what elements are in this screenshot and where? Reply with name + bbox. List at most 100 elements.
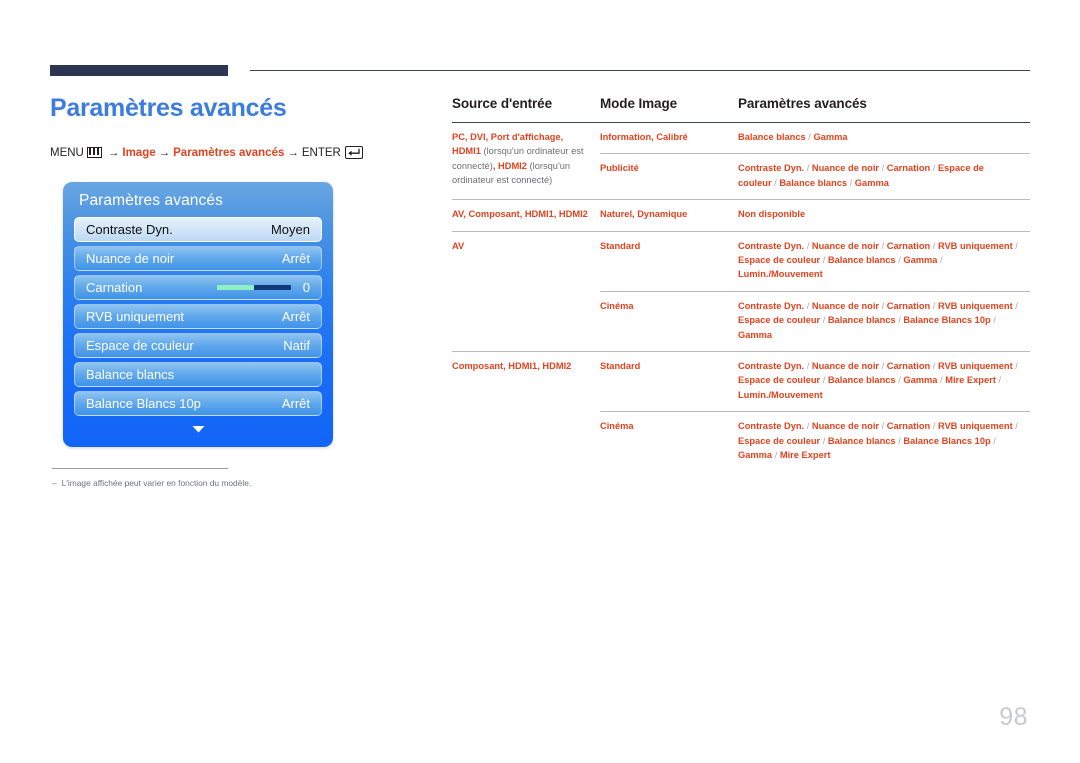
osd-item-value: Arrêt [281,251,310,266]
breadcrumb-arrow-2: → [158,146,171,159]
cell-mode: Publicité [600,153,738,200]
settings-separator: / [847,177,855,188]
settings-separator: / [804,300,812,311]
settings-separator: / [895,435,904,446]
cell-settings: Contraste Dyn. / Nuance de noir / Carnat… [738,411,1030,472]
breadcrumb: MENU → Image → Paramètres avancés → ENTER [50,145,420,161]
spec-table-wrapper: Source d'entrée Mode Image Paramètres av… [452,96,1030,472]
breadcrumb-enter-label: ENTER [301,146,341,159]
settings-separator: / [930,163,938,174]
table-row: AV, Composant, HDMI1, HDMI2 Naturel, Dyn… [452,199,1030,232]
footnote-rule [52,468,228,469]
settings-separator: / [937,255,943,266]
footnote-dash: – [52,478,57,488]
cell-mode: Standard [600,351,738,412]
settings-separator: / [805,132,814,142]
carnation-slider[interactable] [216,285,291,290]
cell-source-text: PC, DVI, Port d'affichage, HDMI1 (lorsqu… [452,132,584,186]
settings-separator: / [895,375,904,386]
osd-item-nuance-de-noir[interactable]: Nuance de noir Arrêt [74,246,322,271]
osd-item-label: Balance blancs [86,367,175,382]
cell-source: AV, Composant, HDMI1, HDMI2 [452,199,600,232]
footnote-block: – L'image affichée peut varier en fonctio… [52,468,412,490]
spec-table: Source d'entrée Mode Image Paramètres av… [452,96,1030,472]
table-row: Composant, HDMI1, HDMI2 Standard Contras… [452,351,1030,472]
osd-item-value: Arrêt [281,396,310,411]
settings-separator: / [879,421,887,432]
cell-source: AV [452,230,600,352]
cell-mode: Cinéma [600,411,738,472]
settings-separator: / [879,240,887,251]
settings-separator: / [990,435,996,446]
settings-separator: / [820,375,828,386]
osd-item-contraste-dyn[interactable]: Contraste Dyn. Moyen [74,217,322,242]
settings-separator: / [804,361,812,372]
table-row: PC, DVI, Port d'affichage, HDMI1 (lorsqu… [452,123,1030,185]
settings-separator: / [990,315,996,326]
osd-item-label: Balance Blancs 10p [86,396,201,411]
breadcrumb-arrow-1: → [107,146,120,159]
settings-separator: / [820,315,828,326]
page-title: Paramètres avancés [50,94,287,122]
settings-separator: / [820,255,828,266]
settings-separator: / [804,421,812,432]
settings-separator: / [937,375,946,386]
settings-separator: / [895,315,904,326]
osd-item-value: Arrêt [281,309,310,324]
breadcrumb-step-image: Image [122,146,156,159]
page-number: 98 [999,703,1028,731]
breadcrumb-step-advanced: Paramètres avancés [173,146,285,159]
cell-settings: Contraste Dyn. / Nuance de noir / Carnat… [738,290,1030,352]
settings-separator: / [879,300,887,311]
slider-track [253,285,291,290]
settings-separator: / [771,177,780,188]
osd-item-carnation[interactable]: Carnation 0 [74,275,322,300]
osd-item-value: Natif [283,338,310,353]
settings-separator: / [879,163,887,174]
settings-separator: / [804,163,812,174]
settings-separator: / [804,240,812,251]
osd-item-balance-blancs-10p[interactable]: Balance Blancs 10p Arrêt [74,391,322,416]
settings-separator: / [930,421,938,432]
settings-separator: / [930,240,938,251]
osd-scroll-down-button[interactable] [63,420,333,438]
settings-separator: / [1012,240,1018,251]
menu-bars-icon [86,146,102,158]
cell-mode: Cinéma [600,290,738,352]
cell-settings: Non disponible [738,199,1030,232]
osd-panel-title: Paramètres avancés [79,192,223,209]
breadcrumb-menu-label: MENU [50,146,84,159]
settings-separator: / [879,361,887,372]
cell-source: PC, DVI, Port d'affichage, HDMI1 (lorsqu… [452,123,600,200]
column-header-mode: Mode Image [600,96,738,123]
column-header-source: Source d'entrée [452,96,600,123]
osd-panel: Paramètres avancés Contraste Dyn. Moyen … [63,182,333,447]
settings-separator: / [1012,361,1018,372]
settings-separator: / [772,450,780,461]
osd-item-label: Carnation [86,280,143,295]
cell-mode: Standard [600,230,738,292]
cell-settings: Balance blancs / Gamma [738,132,848,142]
enter-return-icon [344,145,363,159]
cell-source: Composant, HDMI1, HDMI2 [452,351,600,472]
osd-item-espace-de-couleur[interactable]: Espace de couleur Natif [74,333,322,358]
osd-item-value: 0 [302,280,310,295]
osd-item-balance-blancs[interactable]: Balance blancs [74,362,322,387]
header-rule [50,65,1030,76]
settings-separator: / [1012,421,1018,432]
osd-menu-list: Contraste Dyn. Moyen Nuance de noir Arrê… [63,217,333,416]
slider-fill [216,285,254,290]
osd-item-rvb-uniquement[interactable]: RVB uniquement Arrêt [74,304,322,329]
header-rule-line [250,70,1030,71]
left-column: Paramètres avancés MENU → Image → Paramètres… [50,94,420,178]
settings-separator: / [895,255,904,266]
cell-settings: Contraste Dyn. / Nuance de noir / Carnat… [738,230,1030,292]
header-rule-tab [50,65,228,76]
chevron-down-icon [192,420,205,437]
breadcrumb-arrow-3: → [287,146,299,159]
table-header-row: Source d'entrée Mode Image Paramètres av… [452,96,1030,123]
cell-mode: Information, Calibré [600,132,688,142]
settings-separator: / [1012,300,1018,311]
settings-separator: / [930,361,938,372]
osd-item-label: Espace de couleur [86,338,194,353]
